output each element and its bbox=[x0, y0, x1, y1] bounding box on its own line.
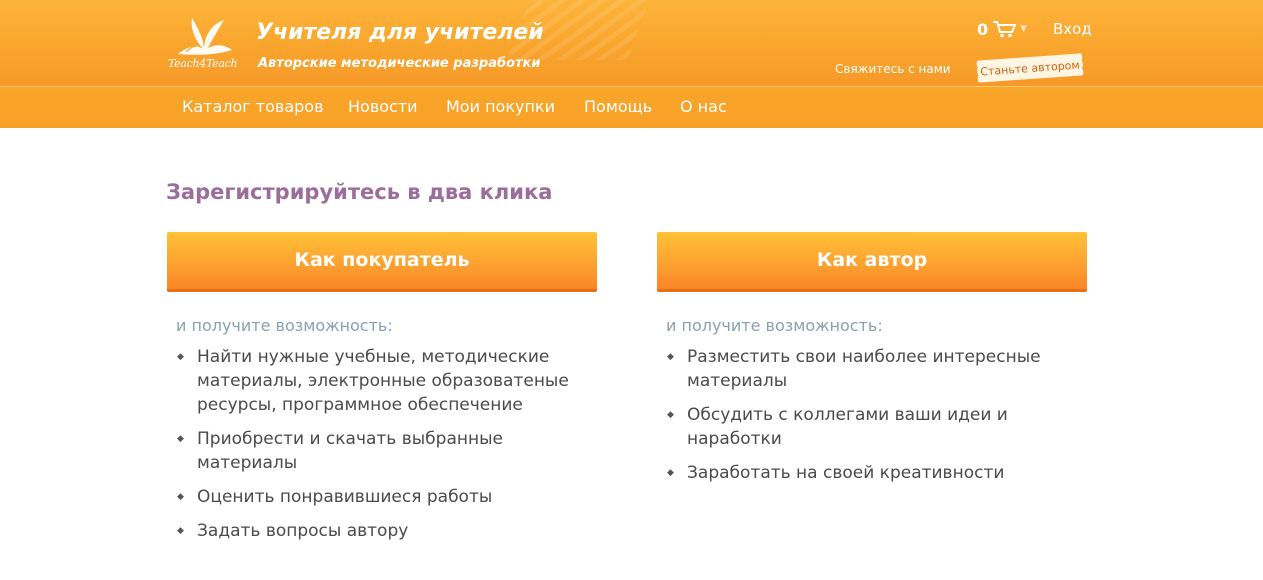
diamond-bullet-icon: ◆ bbox=[177, 526, 184, 536]
diamond-bullet-icon: ◆ bbox=[667, 468, 674, 478]
list-item: ◆ Оценить понравившиеся работы bbox=[177, 487, 493, 507]
site-title: Учителя для учителей bbox=[256, 20, 544, 45]
author-feature-list: ◆ Разместить свои наиболее интересные мат… bbox=[667, 345, 1067, 495]
cart-widget[interactable]: 0 ▼ bbox=[977, 18, 1027, 40]
buyer-feature-list: ◆ Найти нужные учебные, методические мате… bbox=[177, 345, 597, 553]
list-item: ◆ Задать вопросы автору bbox=[177, 521, 409, 541]
register-author-button[interactable]: Как автор bbox=[657, 232, 1087, 292]
become-author-button[interactable]: Станьте автором bbox=[973, 50, 1087, 86]
login-link[interactable]: Вход bbox=[1053, 20, 1092, 38]
diamond-bullet-icon: ◆ bbox=[177, 352, 184, 362]
nav-item-about[interactable]: О нас bbox=[680, 97, 727, 116]
nav-item-news[interactable]: Новости bbox=[348, 97, 418, 116]
diamond-bullet-icon: ◆ bbox=[667, 352, 674, 362]
list-item: ◆ Заработать на своей креативности bbox=[667, 463, 1005, 483]
author-intro: и получите возможность: bbox=[666, 316, 883, 335]
cart-count: 0 bbox=[977, 19, 989, 39]
nav-item-my-purchases[interactable]: Мои покупки bbox=[446, 97, 555, 116]
diamond-bullet-icon: ◆ bbox=[177, 434, 184, 444]
chevron-down-icon: ▼ bbox=[1020, 24, 1028, 34]
list-item: ◆ Найти нужные учебные, методические мате… bbox=[177, 347, 569, 415]
list-item: ◆ Разместить свои наиболее интересные мат… bbox=[667, 347, 1041, 391]
cart-icon bbox=[993, 21, 1017, 38]
list-item: ◆ Приобрести и скачать выбранные материал… bbox=[177, 429, 503, 473]
diamond-bullet-icon: ◆ bbox=[177, 492, 184, 502]
nav-item-catalog[interactable]: Каталог товаров bbox=[182, 97, 324, 116]
nav-item-help[interactable]: Помощь bbox=[584, 97, 652, 116]
list-item: ◆ Обсудить с коллегами ваши идеи и нарабо… bbox=[667, 405, 1008, 449]
logo-text: Teach4Teach bbox=[168, 57, 238, 70]
contact-link[interactable]: Свяжитесь с нами bbox=[835, 62, 951, 76]
buyer-intro: и получите возможность: bbox=[176, 316, 393, 335]
page-title: Зарегистрируйтесь в два клика bbox=[166, 180, 553, 204]
leaf-crown-icon bbox=[178, 18, 232, 55]
site-logo[interactable]: Teach4Teach bbox=[168, 14, 240, 76]
register-buyer-button[interactable]: Как покупатель bbox=[167, 232, 597, 292]
site-subtitle: Авторские методические разработки bbox=[258, 56, 541, 71]
site-header: Teach4Teach Учителя для учителей Авторск… bbox=[0, 0, 1263, 86]
main-nav: Каталог товаров Новости Мои покупки Помо… bbox=[0, 86, 1263, 128]
diamond-bullet-icon: ◆ bbox=[667, 410, 674, 420]
